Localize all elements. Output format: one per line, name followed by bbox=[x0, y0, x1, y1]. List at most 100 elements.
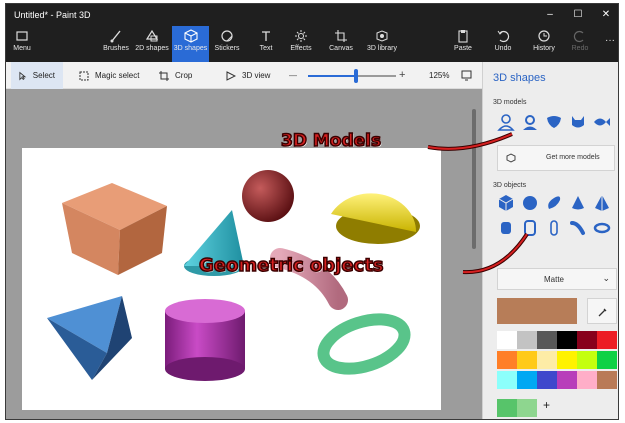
capsule-object-icon[interactable] bbox=[545, 194, 563, 212]
current-color[interactable] bbox=[497, 298, 577, 324]
zoom-slider-fill bbox=[308, 75, 357, 77]
color-swatch[interactable] bbox=[597, 331, 617, 349]
maximize-button[interactable]: ☐ bbox=[564, 6, 592, 24]
drawing-canvas[interactable] bbox=[22, 148, 441, 410]
custom-color-swatch[interactable] bbox=[517, 399, 537, 417]
effects-icon bbox=[295, 30, 307, 42]
undo-label: Undo bbox=[494, 45, 512, 52]
woman-model-icon[interactable] bbox=[521, 113, 539, 131]
crop-button[interactable]: Crop bbox=[159, 62, 192, 89]
zoom-plus-label: + bbox=[399, 69, 406, 81]
color-swatch[interactable] bbox=[517, 331, 537, 349]
cylinder-shape[interactable] bbox=[165, 299, 245, 381]
zoom-slider-thumb[interactable] bbox=[354, 69, 359, 83]
close-button[interactable]: ✕ bbox=[592, 6, 618, 24]
cat-model-icon[interactable] bbox=[569, 113, 587, 131]
cube-shape[interactable] bbox=[62, 183, 167, 275]
color-swatch[interactable] bbox=[537, 331, 557, 349]
color-swatch[interactable] bbox=[517, 371, 537, 389]
eyedropper-icon bbox=[598, 308, 607, 317]
tab-text[interactable]: Text bbox=[254, 26, 278, 62]
zoom-level: 125% bbox=[429, 62, 449, 89]
color-swatch[interactable] bbox=[497, 331, 517, 349]
pyramid-object-icon[interactable] bbox=[593, 194, 611, 212]
color-swatch[interactable] bbox=[557, 371, 577, 389]
brushes-label: Brushes bbox=[103, 45, 129, 52]
undo-button[interactable]: Undo bbox=[490, 26, 516, 62]
eyedropper-button[interactable] bbox=[587, 298, 617, 324]
more-options-icon[interactable]: ··· bbox=[602, 26, 618, 62]
history-icon bbox=[538, 30, 550, 42]
2d-shapes-label: 2D shapes bbox=[135, 45, 169, 52]
torus-shape[interactable] bbox=[317, 310, 411, 378]
fit-screen-icon bbox=[461, 70, 472, 81]
zoom-out-button[interactable]: — bbox=[289, 62, 297, 89]
add-color-button[interactable]: + bbox=[543, 398, 550, 412]
curved-tube-object-icon[interactable] bbox=[569, 219, 587, 237]
sphere-object-icon[interactable] bbox=[521, 194, 539, 212]
get-more-label: Get more models bbox=[546, 154, 600, 161]
brush-icon bbox=[110, 30, 121, 43]
tab-3d-library[interactable]: 3D library bbox=[362, 26, 402, 62]
sticker-icon bbox=[221, 30, 233, 42]
select-button[interactable]: Select bbox=[11, 62, 63, 89]
color-swatch[interactable] bbox=[577, 331, 597, 349]
tab-3d-shapes[interactable]: 3D shapes bbox=[172, 26, 209, 62]
color-swatch[interactable] bbox=[557, 351, 577, 369]
color-swatch[interactable] bbox=[517, 351, 537, 369]
fish-model-icon[interactable] bbox=[593, 113, 611, 131]
man-model-icon[interactable] bbox=[497, 113, 515, 131]
annotation-arrow-objects bbox=[462, 232, 529, 275]
3d-library-icon bbox=[376, 30, 388, 42]
3d-view-icon bbox=[226, 70, 236, 81]
cube-object-icon[interactable] bbox=[497, 194, 515, 212]
tab-brushes[interactable]: Brushes bbox=[101, 26, 131, 62]
sphere-shape[interactable] bbox=[242, 170, 294, 222]
crop-icon bbox=[159, 70, 169, 81]
effects-label: Effects bbox=[290, 45, 312, 52]
fit-to-screen-button[interactable] bbox=[461, 62, 472, 89]
chevron-down-icon: ⌄ bbox=[602, 273, 610, 283]
tab-2d-shapes[interactable]: 2D shapes bbox=[134, 26, 170, 62]
toolbar: Select Magic select Crop 3D view — + 125… bbox=[6, 62, 482, 89]
color-swatch[interactable] bbox=[537, 371, 557, 389]
magic-select-icon bbox=[79, 71, 89, 80]
annotation-3d-models: 3D Models bbox=[280, 130, 382, 152]
tab-stickers[interactable]: Stickers bbox=[212, 26, 242, 62]
zoom-slider[interactable] bbox=[308, 69, 396, 83]
paste-label: Paste bbox=[454, 45, 472, 52]
redo-icon bbox=[573, 30, 584, 43]
2d-shapes-icon bbox=[145, 29, 159, 42]
tab-effects[interactable]: Effects bbox=[286, 26, 316, 62]
color-swatch[interactable] bbox=[597, 371, 617, 389]
3d-view-button[interactable]: 3D view bbox=[226, 62, 270, 89]
color-swatch[interactable] bbox=[597, 351, 617, 369]
text-icon bbox=[262, 31, 270, 41]
history-button[interactable]: History bbox=[529, 26, 559, 62]
undo-icon bbox=[497, 30, 510, 43]
magic-select-button[interactable]: Magic select bbox=[79, 62, 139, 89]
pill-object-icon[interactable] bbox=[545, 219, 563, 237]
color-swatch[interactable] bbox=[577, 371, 597, 389]
tab-canvas[interactable]: Canvas bbox=[326, 26, 356, 62]
minimize-button[interactable]: – bbox=[536, 6, 564, 24]
vertical-scrollbar[interactable] bbox=[472, 109, 476, 249]
pyramid-shape[interactable] bbox=[47, 296, 132, 380]
zoom-in-button[interactable]: + bbox=[399, 62, 405, 89]
dome-shape[interactable] bbox=[331, 193, 420, 244]
material-value: Matte bbox=[544, 275, 565, 284]
color-swatch[interactable] bbox=[557, 331, 577, 349]
menu-button[interactable]: Menu bbox=[6, 26, 38, 62]
stickers-label: Stickers bbox=[214, 45, 240, 52]
color-swatch[interactable] bbox=[537, 351, 557, 369]
redo-button[interactable]: Redo bbox=[568, 26, 592, 62]
color-swatch[interactable] bbox=[577, 351, 597, 369]
color-swatch[interactable] bbox=[497, 371, 517, 389]
app-window: Untitled* - Paint 3D – ☐ ✕ Menu Brushes … bbox=[5, 3, 619, 420]
custom-color-swatch[interactable] bbox=[497, 399, 517, 417]
paste-button[interactable]: Paste bbox=[449, 26, 477, 62]
cone-object-icon[interactable] bbox=[569, 194, 587, 212]
torus-object-icon[interactable] bbox=[593, 219, 611, 237]
dog-model-icon[interactable] bbox=[545, 113, 563, 131]
color-swatch[interactable] bbox=[497, 351, 517, 369]
